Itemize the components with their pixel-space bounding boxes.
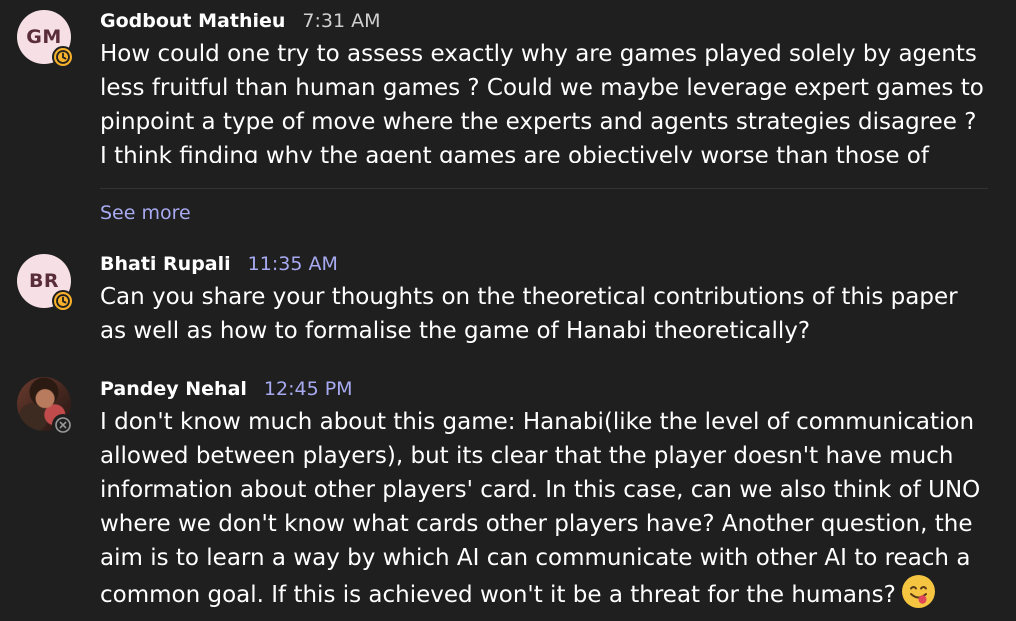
avatar-initials: GM — [26, 26, 62, 48]
offline-status-icon — [52, 414, 74, 436]
timestamp[interactable]: 12:45 PM — [264, 378, 353, 400]
timestamp[interactable]: 11:35 AM — [248, 253, 338, 275]
away-status-icon — [52, 46, 74, 68]
message-text: How could one try to assess exactly why … — [100, 41, 984, 163]
avatar-initials: BR — [28, 270, 60, 292]
divider — [100, 188, 988, 189]
author-name[interactable]: Godbout Mathieu — [100, 10, 285, 32]
away-status-icon — [52, 290, 74, 312]
see-more-link[interactable]: See more — [100, 202, 191, 224]
message-header: Bhati Rupali 11:35 AM — [100, 253, 338, 275]
message-body: I don't know much about this game: Hanab… — [100, 405, 990, 612]
timestamp[interactable]: 7:31 AM — [302, 10, 380, 32]
author-name[interactable]: Bhati Rupali — [100, 253, 231, 275]
author-name[interactable]: Pandey Nehal — [100, 378, 247, 400]
message-text: I don't know much about this game: Hanab… — [100, 409, 981, 608]
message-text: Can you share your thoughts on the theor… — [100, 284, 958, 344]
message-body: Can you share your thoughts on the theor… — [100, 280, 990, 348]
message-body: How could one try to assess exactly why … — [100, 37, 990, 163]
message-header: Pandey Nehal 12:45 PM — [100, 378, 353, 400]
face-savoring-food-emoji-icon — [901, 575, 935, 608]
message-header: Godbout Mathieu 7:31 AM — [100, 10, 381, 32]
